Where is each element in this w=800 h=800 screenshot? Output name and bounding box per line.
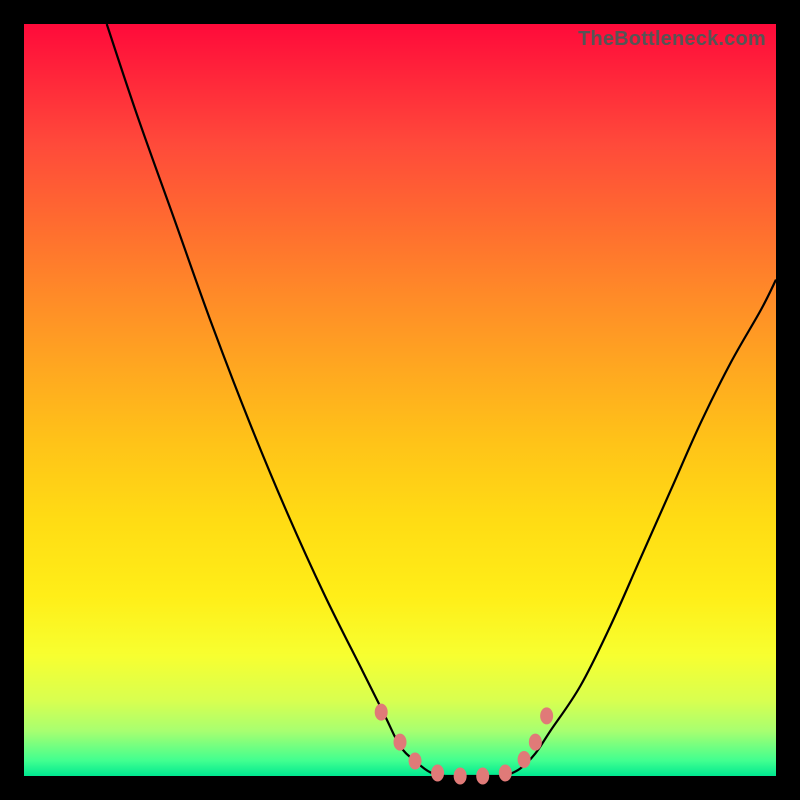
curve-right [505,280,776,776]
marker-dot [476,768,489,785]
bottom-markers [375,704,553,785]
marker-dot [375,704,388,721]
marker-dot [431,764,444,781]
marker-dot [540,707,553,724]
marker-dot [499,764,512,781]
marker-dot [409,752,422,769]
marker-dot [529,734,542,751]
chart-frame: TheBottleneck.com [0,0,800,800]
marker-dot [454,768,467,785]
gradient-plot-area: TheBottleneck.com [24,24,776,776]
marker-dot [394,734,407,751]
marker-dot [518,751,531,768]
bottleneck-curve-svg [24,24,776,776]
curve-left [107,24,445,776]
